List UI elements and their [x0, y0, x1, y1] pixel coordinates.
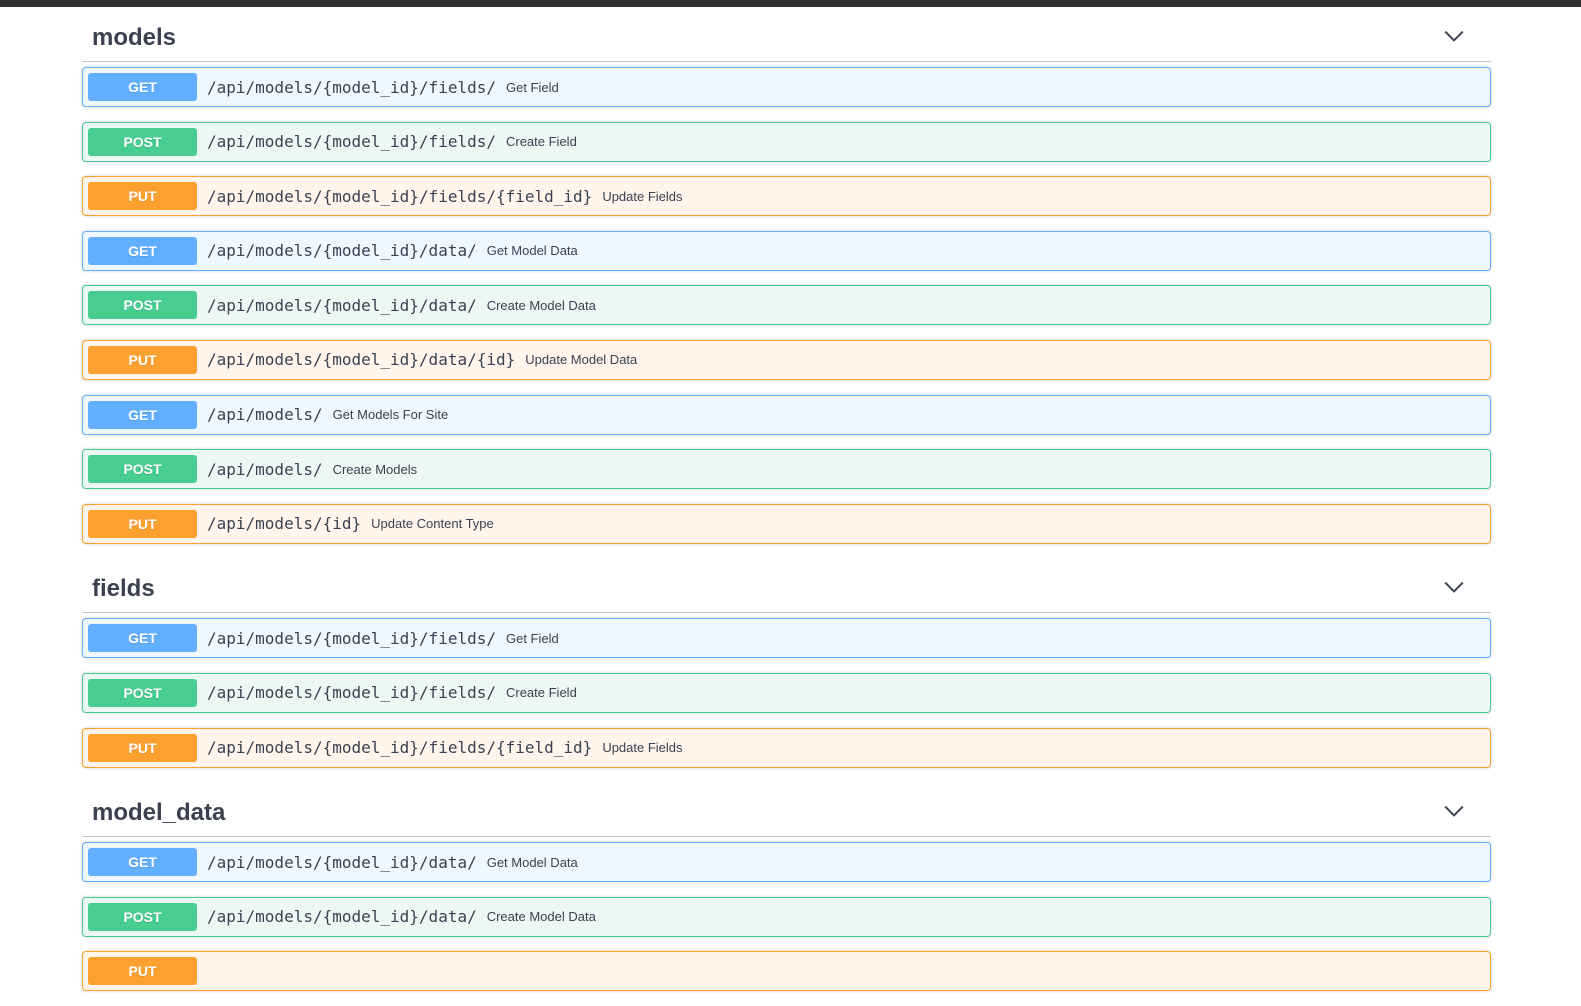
- tag-title: model_data: [92, 799, 226, 827]
- tag-section-model-data: model_data GET /api/models/{model_id}/da…: [82, 782, 1491, 992]
- top-bar: [0, 0, 1581, 7]
- operation-summary: Get Model Data: [486, 854, 578, 870]
- operation-summary: Update Content Type: [371, 516, 494, 532]
- operation-summary: Create Model Data: [486, 297, 596, 313]
- operations-list: GET /api/models/{model_id}/fields/ Get F…: [82, 613, 1491, 768]
- operation-summary: Create Model Data: [486, 909, 596, 925]
- operation-get-fields[interactable]: GET /api/models/{model_id}/fields/ Get F…: [82, 618, 1491, 659]
- operation-put-data[interactable]: PUT /api/models/{model_id}/data/{id} Upd…: [82, 339, 1491, 380]
- operation-summary: Get Field: [505, 630, 559, 646]
- operation-summary: Create Field: [505, 685, 577, 701]
- operation-path: /api/models/{model_id}/fields/: [207, 132, 496, 152]
- operation-put-data[interactable]: PUT: [82, 951, 1491, 992]
- operation-get-data[interactable]: GET /api/models/{model_id}/data/ Get Mod…: [82, 842, 1491, 883]
- operation-summary: Update Model Data: [525, 352, 638, 368]
- operation-get-data[interactable]: GET /api/models/{model_id}/data/ Get Mod…: [82, 230, 1491, 271]
- operation-summary: Get Field: [505, 79, 559, 95]
- operation-path: /api/models/{model_id}/fields/: [207, 628, 496, 648]
- method-badge: PUT: [88, 957, 197, 986]
- method-badge: GET: [88, 624, 197, 653]
- operation-put-model[interactable]: PUT /api/models/{id} Update Content Type: [82, 503, 1491, 544]
- operations-list: GET /api/models/{model_id}/data/ Get Mod…: [82, 837, 1491, 992]
- method-badge: GET: [88, 73, 197, 101]
- method-badge: PUT: [88, 182, 197, 211]
- operation-put-fields[interactable]: PUT /api/models/{model_id}/fields/{field…: [82, 176, 1491, 217]
- tag-header-fields[interactable]: fields: [82, 558, 1491, 614]
- operation-path: /api/models/{model_id}/fields/{field_id}: [207, 738, 593, 758]
- method-badge: PUT: [88, 733, 197, 762]
- operation-path: /api/models/{model_id}/data/: [207, 907, 477, 927]
- operation-path: /api/models/{model_id}/fields/: [207, 683, 496, 703]
- operation-post-data[interactable]: POST /api/models/{model_id}/data/ Create…: [82, 896, 1491, 937]
- method-badge: GET: [88, 236, 197, 265]
- chevron-down-icon[interactable]: [1443, 576, 1465, 598]
- method-badge: POST: [88, 678, 197, 707]
- operation-summary: Update Fields: [602, 740, 683, 756]
- operation-summary: Get Model Data: [486, 243, 578, 259]
- operation-summary: Get Models For Site: [332, 407, 449, 423]
- chevron-down-icon[interactable]: [1443, 800, 1465, 822]
- operation-path: /api/models/{model_id}/fields/: [207, 77, 496, 97]
- method-badge: POST: [88, 902, 197, 931]
- operation-put-fields[interactable]: PUT /api/models/{model_id}/fields/{field…: [82, 727, 1491, 768]
- operation-path: /api/models/{id}: [207, 514, 362, 534]
- operation-path: /api/models/{model_id}/data/: [207, 241, 477, 261]
- method-badge: POST: [88, 127, 197, 156]
- operations-list: GET /api/models/{model_id}/fields/ Get F…: [82, 62, 1491, 544]
- operation-path: /api/models/{model_id}/data/{id}: [207, 350, 516, 370]
- operation-post-fields[interactable]: POST /api/models/{model_id}/fields/ Crea…: [82, 672, 1491, 713]
- tag-section-fields: fields GET /api/models/{model_id}/fields…: [82, 558, 1491, 768]
- method-badge: GET: [88, 400, 197, 429]
- operation-summary: Update Fields: [602, 188, 683, 204]
- method-badge: PUT: [88, 345, 197, 374]
- operation-path: /api/models/: [207, 459, 323, 479]
- operation-post-data[interactable]: POST /api/models/{model_id}/data/ Create…: [82, 285, 1491, 326]
- operation-path: /api/models/{model_id}/fields/{field_id}: [207, 186, 593, 206]
- operation-summary: Create Models: [332, 461, 418, 477]
- tag-section-models: models GET /api/models/{model_id}/fields…: [82, 7, 1491, 544]
- operation-get-fields[interactable]: GET /api/models/{model_id}/fields/ Get F…: [82, 67, 1491, 107]
- operation-summary: Create Field: [505, 134, 577, 150]
- operation-get-models[interactable]: GET /api/models/ Get Models For Site: [82, 394, 1491, 435]
- method-badge: POST: [88, 455, 197, 484]
- operation-post-models[interactable]: POST /api/models/ Create Models: [82, 449, 1491, 490]
- tag-title: models: [92, 24, 177, 51]
- method-badge: GET: [88, 848, 197, 877]
- tag-header-models[interactable]: models: [82, 7, 1491, 62]
- operation-post-fields[interactable]: POST /api/models/{model_id}/fields/ Crea…: [82, 121, 1491, 162]
- operation-path: /api/models/{model_id}/data/: [207, 852, 477, 872]
- operation-path: /api/models/: [207, 405, 323, 425]
- tag-title: fields: [92, 575, 155, 603]
- chevron-down-icon[interactable]: [1443, 25, 1465, 47]
- operation-path: /api/models/{model_id}/data/: [207, 295, 477, 315]
- api-docs: models GET /api/models/{model_id}/fields…: [82, 7, 1491, 1006]
- method-badge: PUT: [88, 509, 197, 538]
- method-badge: POST: [88, 291, 197, 320]
- tag-header-model-data[interactable]: model_data: [82, 782, 1491, 838]
